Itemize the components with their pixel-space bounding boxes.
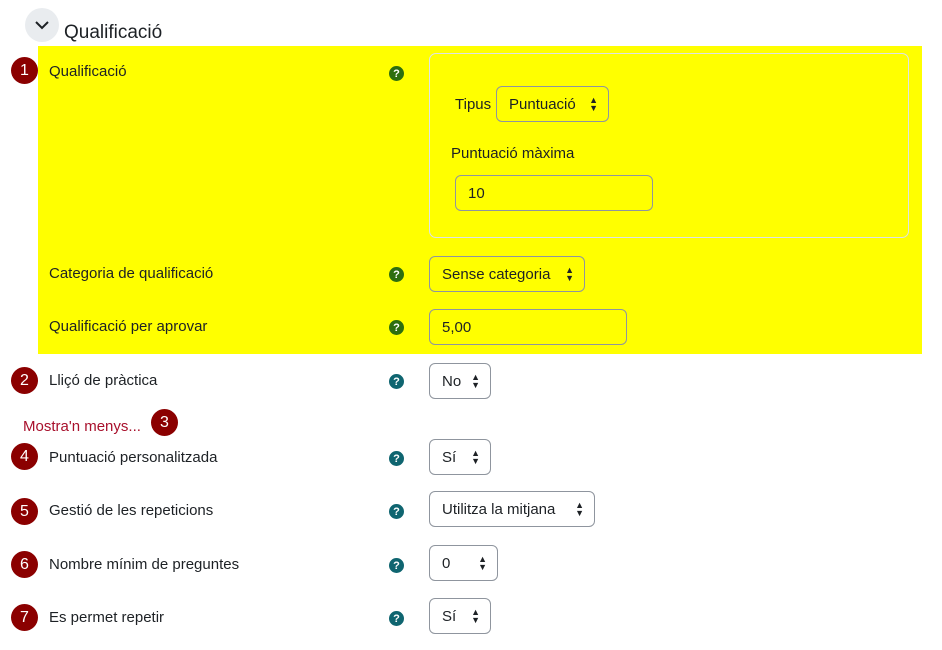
chevron-down-icon <box>35 20 49 29</box>
practice-select[interactable]: No ▲ ▼ <box>429 363 491 399</box>
callout-badge-5: 5 <box>11 498 38 525</box>
max-grade-label: Puntuació màxima <box>451 145 575 162</box>
grade-pass-input[interactable]: 5,00 <box>429 309 627 345</box>
retake-handling-value: Utilitza la mitjana <box>442 500 556 518</box>
callout-badge-4: 4 <box>11 443 38 470</box>
help-icon[interactable]: ? <box>389 558 404 573</box>
min-questions-value: 0 <box>442 554 451 572</box>
grade-label: Qualificació <box>49 63 127 80</box>
show-less-link[interactable]: Mostra'n menys... <box>23 418 141 435</box>
callout-badge-1: 1 <box>11 57 38 84</box>
retake-handling-select[interactable]: Utilitza la mitjana ▲ ▼ <box>429 491 595 527</box>
callout-badge-3: 3 <box>151 409 178 436</box>
help-icon[interactable]: ? <box>389 504 404 519</box>
select-arrows-icon: ▲ ▼ <box>575 500 584 518</box>
section-title: Qualificació <box>64 22 163 43</box>
select-arrows-icon: ▲ ▼ <box>478 554 487 572</box>
callout-badge-7: 7 <box>11 604 38 631</box>
grade-type-value: Puntuació <box>509 95 576 113</box>
help-icon[interactable]: ? <box>389 451 404 466</box>
help-icon[interactable]: ? <box>389 374 404 389</box>
select-arrows-icon: ▲ ▼ <box>565 265 574 283</box>
select-arrows-icon: ▲ ▼ <box>471 448 480 466</box>
select-arrows-icon: ▲ ▼ <box>471 607 480 625</box>
help-icon[interactable]: ? <box>389 267 404 282</box>
grade-type-select[interactable]: Puntuació ▲ ▼ <box>496 86 609 122</box>
grade-category-value: Sense categoria <box>442 265 551 283</box>
help-icon[interactable]: ? <box>389 611 404 626</box>
help-icon[interactable]: ? <box>389 320 404 335</box>
max-grade-input[interactable]: 10 <box>455 175 653 211</box>
select-arrows-icon: ▲ ▼ <box>589 95 598 113</box>
custom-score-select[interactable]: Sí ▲ ▼ <box>429 439 491 475</box>
grade-category-label: Categoria de qualificació <box>49 265 214 282</box>
grade-type-label: Tipus <box>455 96 492 113</box>
grade-category-select[interactable]: Sense categoria ▲ ▼ <box>429 256 585 292</box>
grade-pass-label: Qualificació per aprovar <box>49 318 208 335</box>
min-questions-select[interactable]: 0 ▲ ▼ <box>429 545 498 581</box>
retake-value: Sí <box>442 607 457 625</box>
custom-score-label: Puntuació personalitzada <box>49 449 218 466</box>
custom-score-value: Sí <box>442 448 457 466</box>
select-arrows-icon: ▲ ▼ <box>471 372 480 390</box>
callout-badge-2: 2 <box>11 367 38 394</box>
collapse-section-button[interactable] <box>25 8 59 42</box>
practice-value: No <box>442 372 462 390</box>
help-icon[interactable]: ? <box>389 66 404 81</box>
practice-label: Lliçó de pràctica <box>49 372 158 389</box>
callout-badge-6: 6 <box>11 551 38 578</box>
retake-handling-label: Gestió de les repeticions <box>49 502 214 519</box>
min-questions-label: Nombre mínim de preguntes <box>49 556 240 573</box>
retake-label: Es permet repetir <box>49 609 165 626</box>
retake-select[interactable]: Sí ▲ ▼ <box>429 598 491 634</box>
